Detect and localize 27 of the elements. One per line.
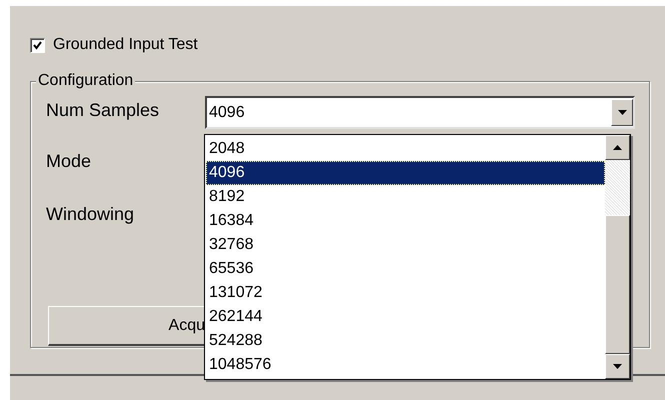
scroll-thumb[interactable] (605, 215, 630, 354)
group-title: Configuration (36, 71, 136, 91)
scroll-up-icon (613, 145, 622, 150)
dropdown-option[interactable]: 16384 (206, 209, 605, 233)
field-label: Num Samples (46, 99, 160, 122)
dropdown-option[interactable]: 2048 (206, 137, 605, 161)
num-samples-dropdown[interactable]: 4096 (205, 96, 635, 129)
checkmark-icon (33, 40, 42, 50)
scrollbar[interactable] (605, 135, 630, 379)
dropdown-option[interactable]: 1048576 (206, 353, 605, 377)
dropdown-option[interactable]: 65536 (206, 257, 605, 281)
scroll-down-icon (613, 364, 622, 369)
checkbox[interactable] (30, 38, 45, 52)
scroll-up-button[interactable] (605, 135, 630, 160)
dropdown-value: 4096 (208, 102, 246, 122)
dropdown-option[interactable]: 4096 (206, 161, 605, 185)
grounded-input-checkbox[interactable]: Grounded Input Test (30, 33, 650, 57)
dropdown-option[interactable]: 32768 (206, 233, 605, 257)
dropdown-option[interactable]: 8192 (206, 185, 605, 209)
dropdown-option[interactable]: 262144 (206, 305, 605, 329)
caret-icon (618, 110, 626, 115)
dropdown-option[interactable]: 524288 (206, 329, 605, 353)
dropdown-arrow-button[interactable] (611, 99, 633, 126)
field-label: Mode (46, 150, 92, 173)
dropdown-option[interactable]: 131072 (206, 281, 605, 305)
field-label: Windowing (46, 203, 134, 226)
scroll-down-button[interactable] (605, 354, 630, 379)
